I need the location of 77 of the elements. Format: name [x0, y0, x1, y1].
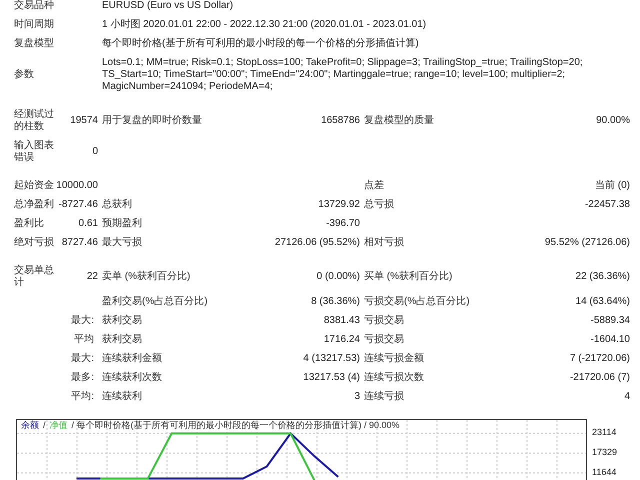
- field-value: -396.70: [326, 218, 360, 230]
- field-value: 95.52% (27126.06): [544, 237, 630, 249]
- field-label: 总净盈利: [14, 199, 54, 211]
- axis-tick-label: 11644: [592, 466, 616, 477]
- field-value: Lots=0.1; MM=true; Risk=0.1; StopLoss=100; TakeProfit=0; Slippage=3; TrailingStop_=true; TrailingStop=20; TS_Start=10; TimeStart="00:00"; TimeEnd="24:00"; Martinggale=true; range=10; level=100; multiplier=2; MagicNumber=241094; PeriodeMA=4;: [101, 57, 584, 93]
- field-label: 连续亏损次数: [363, 372, 424, 384]
- field-label: 点差: [363, 180, 384, 192]
- field-value: 8 (36.36%): [311, 296, 360, 308]
- field-label: 绝对亏损: [14, 237, 54, 249]
- field-label: 连续获利金额: [101, 353, 162, 365]
- field-label: 最多:: [71, 372, 95, 384]
- field-value: EURUSD (Euro vs US Dollar): [101, 0, 234, 12]
- axis-tick-label: 17329: [592, 447, 618, 458]
- field-value: 22: [86, 271, 98, 283]
- field-label: 亏损交易: [363, 315, 404, 327]
- field-label: 最大亏损: [101, 237, 142, 249]
- field-value: 90.00%: [596, 115, 630, 127]
- field-label: 用于复盘的即时价数量: [101, 115, 202, 127]
- field-label: 最大:: [71, 353, 95, 365]
- field-label: 复盘模型: [14, 38, 54, 50]
- field-label: 连续亏损: [363, 391, 404, 403]
- field-value: 13729.92: [318, 199, 360, 211]
- axis-tick-label: 23114: [592, 427, 616, 438]
- field-label: 相对亏损: [363, 237, 404, 249]
- field-label: 时间周期: [14, 19, 54, 31]
- field-label: 买单 (%获利百分比): [363, 271, 452, 283]
- field-label: 盈利比: [14, 218, 45, 230]
- field-value: 1658786: [321, 115, 360, 127]
- field-value: 0: [92, 146, 98, 158]
- field-label: 参数: [14, 69, 35, 81]
- field-label: 亏损交易(%占总百分比): [363, 296, 470, 308]
- field-label: 连续获利: [101, 391, 142, 403]
- field-label: 连续获利次数: [101, 372, 162, 384]
- field-value: 8381.43: [324, 315, 360, 327]
- field-value: 当前 (0): [595, 180, 630, 192]
- field-value: 每个即时价格(基于所有可利用的最小时段的每一个价格的分形插值计算): [101, 38, 420, 50]
- field-label: 卖单 (%获利百分比): [101, 271, 190, 283]
- field-label: 总亏损: [363, 199, 394, 211]
- field-value: 1 小时图 2020.01.01 22:00 - 2022.12.30 21:00 (2020.01.01 - 2023.01.01): [101, 19, 428, 31]
- field-value: 27126.06 (95.52%): [274, 237, 360, 249]
- field-label: 获利交易: [101, 315, 142, 327]
- field-label: 平均:: [71, 391, 95, 403]
- field-value: 3: [354, 391, 360, 403]
- legend-separator: /: [43, 420, 46, 430]
- field-label: 经测试过的柱数: [14, 109, 54, 133]
- field-value: 22 (36.36%): [576, 271, 630, 283]
- legend-label: 余额: [21, 420, 39, 430]
- legend-label: 净值: [50, 420, 68, 430]
- field-label: 交易单总计: [14, 265, 54, 289]
- field-value: 0 (0.00%): [316, 271, 360, 283]
- field-value: 13217.53 (4): [303, 372, 360, 384]
- field-label: 输入图表错误: [14, 140, 54, 164]
- field-label: 获利交易: [101, 334, 142, 346]
- field-value: -5889.34: [590, 315, 630, 327]
- field-label: 亏损交易: [363, 334, 404, 346]
- field-label: 总获利: [101, 199, 132, 211]
- field-value: 0.61: [78, 218, 98, 230]
- field-value: 14 (63.64%): [576, 296, 630, 308]
- field-label: 连续亏损金额: [363, 353, 424, 365]
- field-value: 7 (-21720.06): [570, 353, 630, 365]
- field-value: 8727.46: [62, 237, 98, 249]
- field-value: -1604.10: [590, 334, 630, 346]
- field-value: -8727.46: [58, 199, 98, 211]
- field-value: -21720.06 (7): [570, 372, 630, 384]
- field-label: 预期盈利: [101, 218, 142, 230]
- field-value: 4 (13217.53): [303, 353, 360, 365]
- field-label: 复盘模型的质量: [363, 115, 434, 127]
- field-label: 起始资金: [14, 180, 54, 192]
- chart-caption: / 每个即时价格(基于所有可利用的最小时段的每一个价格的分形插值计算) / 90.00%: [72, 420, 400, 430]
- field-value: -22457.38: [584, 199, 630, 211]
- field-label: 平均: [74, 334, 95, 346]
- field-label: 盈利交易(%占总百分比): [101, 296, 208, 308]
- field-value: 1716.24: [324, 334, 360, 346]
- field-value: 4: [624, 391, 630, 403]
- field-value: 19574: [70, 115, 98, 127]
- field-value: 10000.00: [56, 180, 98, 192]
- field-label: 最大:: [71, 315, 95, 327]
